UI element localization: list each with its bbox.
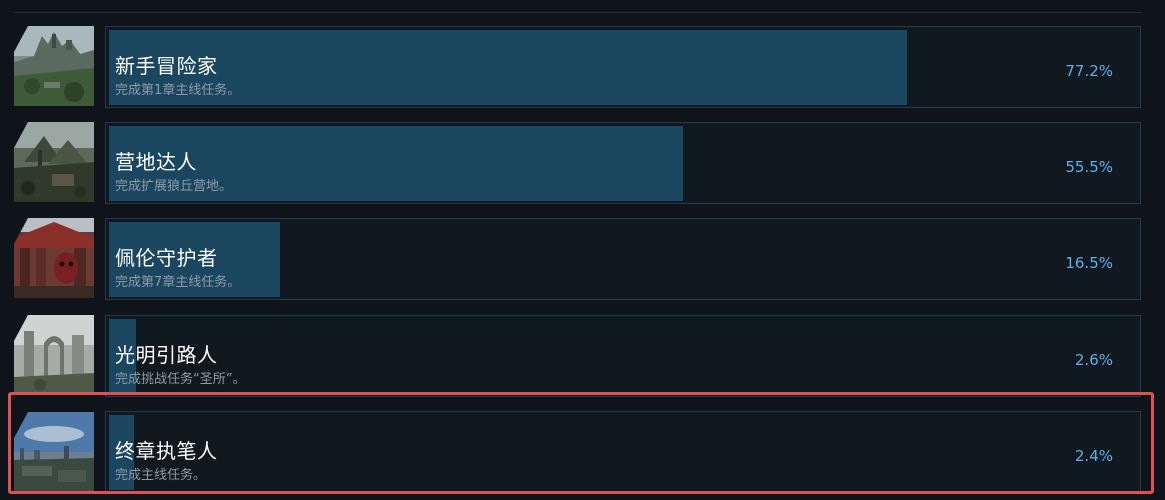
city-skyline-icon	[14, 412, 94, 492]
list-divider	[14, 0, 1141, 13]
achievement-list: 新手冒险家 完成第1章主线任务。 77.2% 营地达人 完成扩展狼丘营地。 55…	[0, 0, 1165, 500]
achievement-title: 光明引路人	[115, 343, 218, 367]
achievement-progress-bar: 营地达人 完成扩展狼丘营地。 55.5%	[105, 122, 1141, 204]
achievement-progress-bar: 光明引路人 完成挑战任务“圣所”。 2.6%	[105, 315, 1141, 397]
achievement-description: 完成主线任务。	[115, 468, 207, 483]
achievement-progress-bar: 终章执笔人 完成主线任务。 2.4%	[105, 411, 1141, 493]
achievement-percent: 16.5%	[1065, 254, 1113, 272]
achievement-row-3[interactable]: 佩伦守护者 完成第7章主线任务。 16.5%	[14, 218, 1141, 300]
achievement-description: 完成第7章主线任务。	[115, 275, 241, 290]
achievement-percent: 55.5%	[1065, 158, 1113, 176]
achievement-row-4[interactable]: 光明引路人 完成挑战任务“圣所”。 2.6%	[14, 315, 1141, 397]
achievement-row-2[interactable]: 营地达人 完成扩展狼丘营地。 55.5%	[14, 122, 1141, 204]
achievement-progress-bar: 新手冒险家 完成第1章主线任务。 77.2%	[105, 26, 1141, 108]
achievement-percent: 77.2%	[1065, 62, 1113, 80]
achievement-row-5[interactable]: 终章执笔人 完成主线任务。 2.4%	[14, 411, 1141, 493]
castle-landscape-icon	[14, 26, 94, 106]
achievement-title: 新手冒险家	[115, 54, 218, 78]
achievement-title: 营地达人	[115, 150, 197, 174]
achievement-description: 完成第1章主线任务。	[115, 83, 241, 98]
achievement-row-1[interactable]: 新手冒险家 完成第1章主线任务。 77.2%	[14, 26, 1141, 108]
achievement-percent: 2.6%	[1074, 351, 1113, 369]
ruins-landscape-icon	[14, 315, 94, 395]
achievement-title: 佩伦守护者	[115, 246, 218, 270]
camp-landscape-icon	[14, 122, 94, 202]
achievement-description: 完成挑战任务“圣所”。	[115, 372, 246, 387]
temple-mask-icon	[14, 218, 94, 298]
achievement-title: 终章执笔人	[115, 439, 218, 463]
achievement-progress-bar: 佩伦守护者 完成第7章主线任务。 16.5%	[105, 218, 1141, 300]
achievement-description: 完成扩展狼丘营地。	[115, 179, 233, 194]
achievement-percent: 2.4%	[1074, 447, 1113, 465]
